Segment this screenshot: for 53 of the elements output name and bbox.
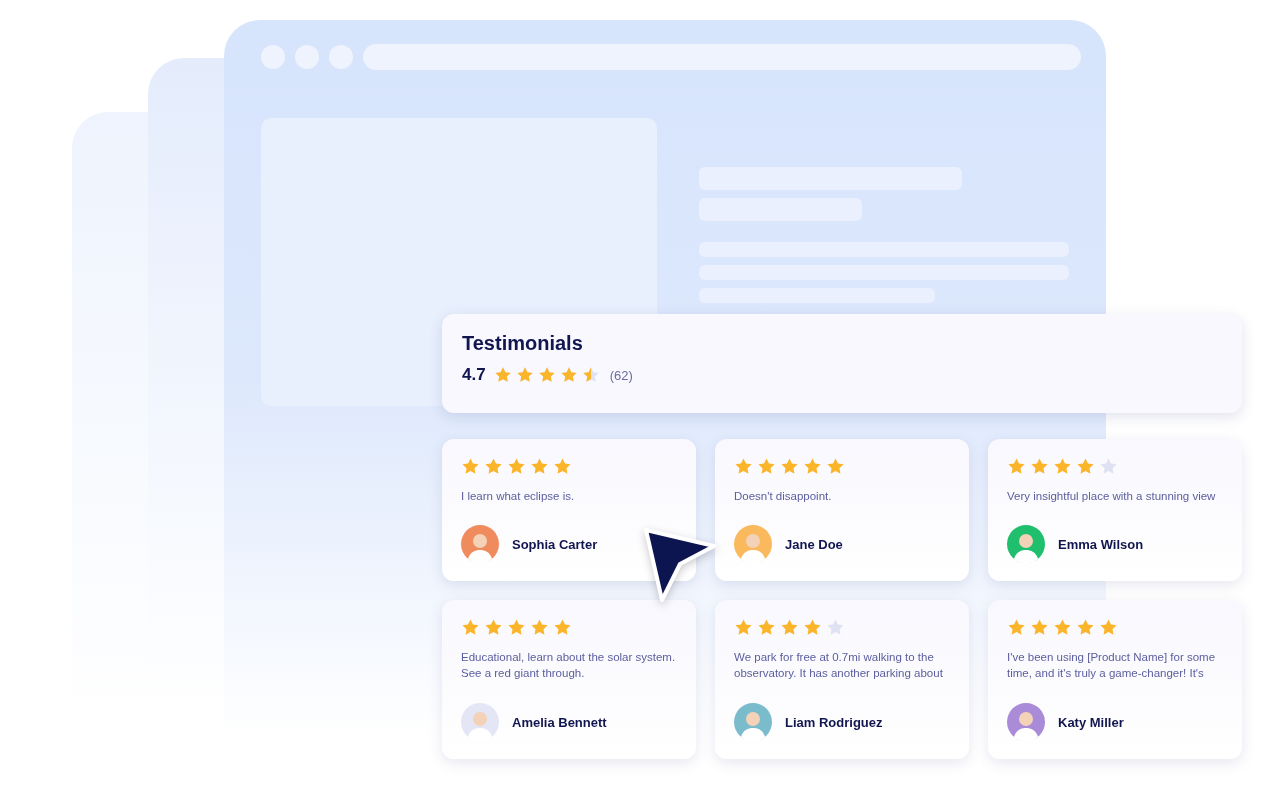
star-icon bbox=[1076, 457, 1095, 476]
review-text: Very insightful place with a stunning view bbox=[1007, 489, 1217, 504]
star-icon bbox=[780, 618, 799, 637]
star-icon bbox=[507, 457, 526, 476]
review-text: Doesn't disappoint. bbox=[734, 489, 833, 504]
star-icon bbox=[1053, 618, 1072, 637]
star-icon bbox=[515, 366, 534, 384]
star-icon bbox=[484, 457, 503, 476]
window-control-icon bbox=[295, 45, 319, 69]
star-icon bbox=[461, 618, 480, 637]
star-icon bbox=[484, 618, 503, 637]
reviewer-name: Amelia Bennett bbox=[512, 714, 607, 730]
star-icon bbox=[581, 366, 600, 384]
star-icon bbox=[1076, 618, 1095, 637]
window-control-icon bbox=[261, 45, 285, 69]
star-icon bbox=[1007, 618, 1026, 637]
rating-score: 4.7 bbox=[462, 365, 486, 385]
star-icon bbox=[530, 618, 549, 637]
star-icon bbox=[734, 618, 753, 637]
star-icon bbox=[1053, 457, 1072, 476]
star-icon bbox=[1099, 457, 1118, 476]
reviewer-name: Jane Doe bbox=[785, 536, 843, 552]
review-text: I learn what eclipse is. bbox=[461, 489, 576, 504]
star-icon bbox=[461, 457, 480, 476]
star-icon bbox=[757, 618, 776, 637]
star-icon bbox=[1030, 457, 1049, 476]
star-icon bbox=[537, 366, 556, 384]
review-count: (62) bbox=[609, 367, 633, 383]
star-icon bbox=[507, 618, 526, 637]
star-icon bbox=[559, 366, 578, 384]
star-icon bbox=[553, 457, 572, 476]
star-icon bbox=[553, 618, 572, 637]
star-icon bbox=[780, 457, 799, 476]
reviewer-name: Sophia Carter bbox=[512, 536, 598, 552]
star-icon bbox=[493, 366, 512, 384]
star-icon bbox=[1099, 618, 1118, 637]
star-icon bbox=[530, 457, 549, 476]
star-icon bbox=[734, 457, 753, 476]
reviewer-name: Katy Miller bbox=[1058, 714, 1124, 730]
star-icon bbox=[803, 457, 822, 476]
star-icon bbox=[1030, 618, 1049, 637]
star-icon bbox=[803, 618, 822, 637]
review-text: Educational, learn about the solar system. See a red giant through. bbox=[461, 650, 677, 681]
star-icon bbox=[757, 457, 776, 476]
reviewer-name: Liam Rodriguez bbox=[785, 714, 883, 730]
section-title: Testimonials bbox=[462, 332, 584, 355]
star-icon bbox=[826, 457, 845, 476]
reviewer-name: Emma Wilson bbox=[1058, 536, 1144, 552]
star-icon bbox=[1007, 457, 1026, 476]
review-text: I've been using [Product Name] for some time, and it's truly a game-changer! It's bbox=[1007, 650, 1217, 681]
window-control-icon bbox=[329, 45, 353, 69]
review-text: We park for free at 0.7mi walking to the observatory. It has another parking about bbox=[734, 650, 944, 681]
star-icon bbox=[826, 618, 845, 637]
